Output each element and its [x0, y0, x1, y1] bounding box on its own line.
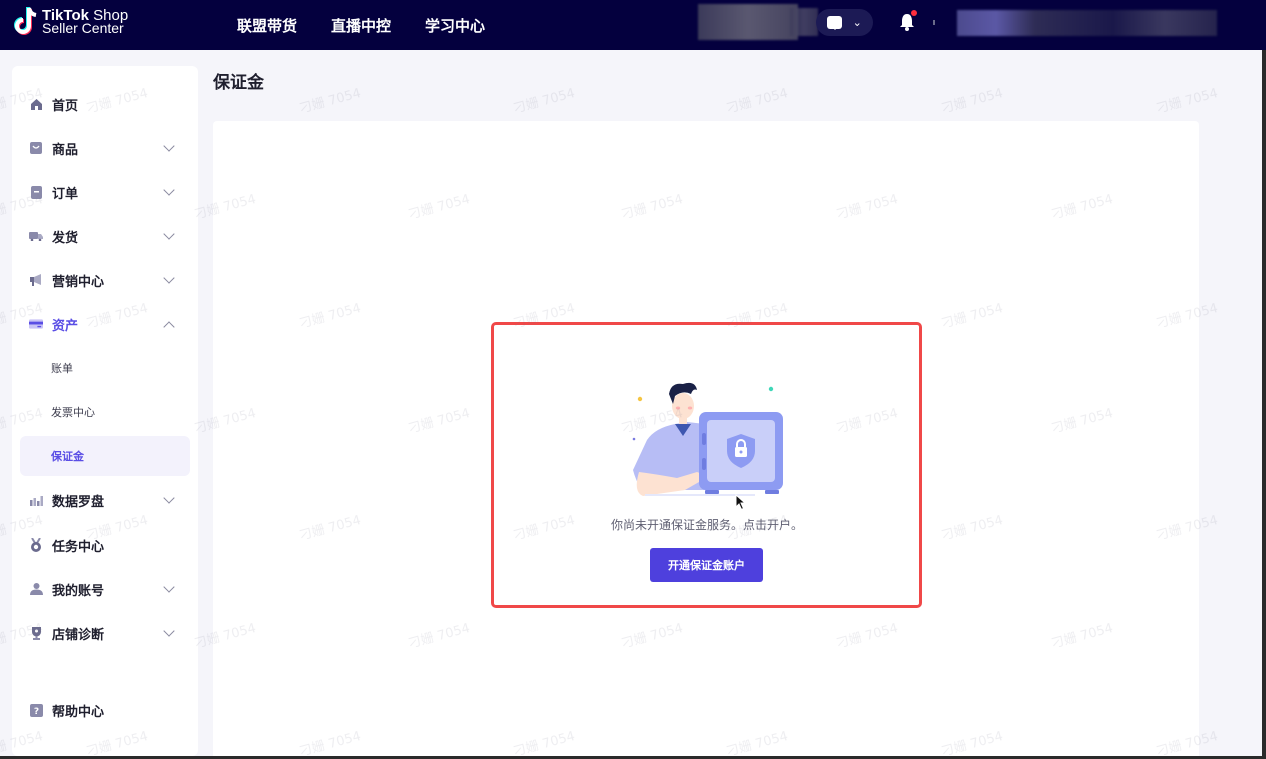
chevron-down-icon	[163, 228, 175, 240]
sidebar-item-label: 数据罗盘	[52, 494, 105, 510]
redacted-shop-info-2	[790, 8, 818, 36]
topnav-learning-center[interactable]: 学习中心	[425, 15, 485, 36]
tiktok-shop-logo[interactable]: TikTok Shop Seller Center	[12, 6, 128, 38]
message-icon	[827, 16, 843, 30]
logo-subtitle: Seller Center	[42, 20, 124, 36]
sidebar-item-label: 营销中心	[52, 274, 105, 290]
sidebar-item-label: 帮助中心	[52, 704, 105, 720]
help-icon: ?	[29, 703, 43, 717]
redacted-shop-info	[698, 4, 798, 40]
sidebar-subitem-label: 账单	[51, 362, 73, 375]
medal-icon	[29, 538, 43, 552]
sidebar-item-data-compass[interactable]: 数据罗盘	[12, 480, 198, 520]
sidebar-item-my-account[interactable]: 我的账号	[12, 569, 198, 609]
sidebar-item-marketing[interactable]: 营销中心	[12, 260, 198, 300]
sidebar-subitem-deposit[interactable]: 保证金	[20, 436, 190, 476]
chevron-down-icon	[163, 184, 175, 196]
sidebar-item-help-center[interactable]: ? 帮助中心	[12, 690, 198, 730]
sidebar-item-label: 订单	[52, 186, 79, 202]
chevron-down-icon	[163, 492, 175, 504]
sidebar-item-task-center[interactable]: 任务中心	[12, 525, 198, 565]
sidebar-subitem-bills[interactable]: 账单	[20, 348, 190, 388]
notification-dot	[911, 10, 917, 16]
sidebar-item-label: 资产	[52, 318, 79, 334]
tiktok-logo-icon	[14, 7, 37, 35]
watermark-text: 刁姗 7054	[1154, 86, 1220, 117]
sidebar: 首页 商品 订单 发货 营销中心 资产 账单 发票中心 保证金 数据罗盘 任务中…	[12, 66, 198, 756]
messages-button[interactable]: ⌄	[816, 9, 873, 36]
order-icon	[29, 185, 43, 199]
watermark-text: 刁姗 7054	[511, 86, 577, 117]
truck-icon	[29, 229, 43, 243]
sidebar-subitem-invoice-center[interactable]: 发票中心	[20, 392, 190, 432]
sidebar-item-label: 店铺诊断	[52, 627, 105, 643]
redacted-account-info[interactable]	[957, 10, 1217, 36]
sidebar-item-label: 发货	[52, 230, 79, 246]
sidebar-subitem-label: 保证金	[51, 450, 84, 463]
sidebar-item-assets[interactable]: 资产	[12, 304, 198, 344]
topnav-live-control[interactable]: 直播中控	[331, 15, 391, 36]
sidebar-item-store-diagnosis[interactable]: 店铺诊断	[12, 613, 198, 653]
user-icon	[29, 582, 43, 596]
chevron-down-icon	[163, 140, 175, 152]
watermark-text: 刁姗 7054	[724, 86, 790, 117]
sidebar-item-home[interactable]: 首页	[12, 84, 198, 124]
sidebar-item-label: 我的账号	[52, 583, 105, 599]
sidebar-item-label: 任务中心	[52, 539, 105, 555]
sidebar-item-shipping[interactable]: 发货	[12, 216, 198, 256]
watermark-text: 刁姗 7054	[939, 86, 1005, 117]
megaphone-icon	[29, 273, 43, 287]
window-edge	[1262, 50, 1266, 759]
sidebar-item-label: 首页	[52, 98, 79, 114]
sidebar-item-products[interactable]: 商品	[12, 128, 198, 168]
mouse-cursor-icon	[735, 494, 747, 511]
home-icon	[29, 97, 43, 111]
svg-text:?: ?	[33, 707, 38, 717]
chevron-down-icon: ⌄	[852, 16, 862, 29]
trophy-icon	[29, 626, 43, 640]
chevron-up-icon	[163, 321, 175, 333]
chevron-down-icon	[163, 625, 175, 637]
watermark-text: 刁姗 7054	[297, 86, 363, 117]
highlight-annotation-box	[491, 322, 922, 608]
page-title: 保证金	[213, 73, 264, 93]
chart-icon	[29, 493, 43, 507]
sidebar-item-orders[interactable]: 订单	[12, 172, 198, 212]
product-icon	[29, 141, 43, 155]
top-nav-links: 联盟带货 直播中控 学习中心	[237, 0, 485, 50]
sidebar-subitem-label: 发票中心	[51, 406, 95, 419]
chevron-down-icon	[163, 581, 175, 593]
top-navbar: TikTok Shop Seller Center 联盟带货 直播中控 学习中心…	[0, 0, 1266, 50]
chevron-down-icon	[163, 272, 175, 284]
divider	[933, 20, 935, 25]
card-icon	[29, 317, 43, 331]
topnav-affiliate[interactable]: 联盟带货	[237, 15, 297, 36]
sidebar-item-label: 商品	[52, 142, 79, 158]
